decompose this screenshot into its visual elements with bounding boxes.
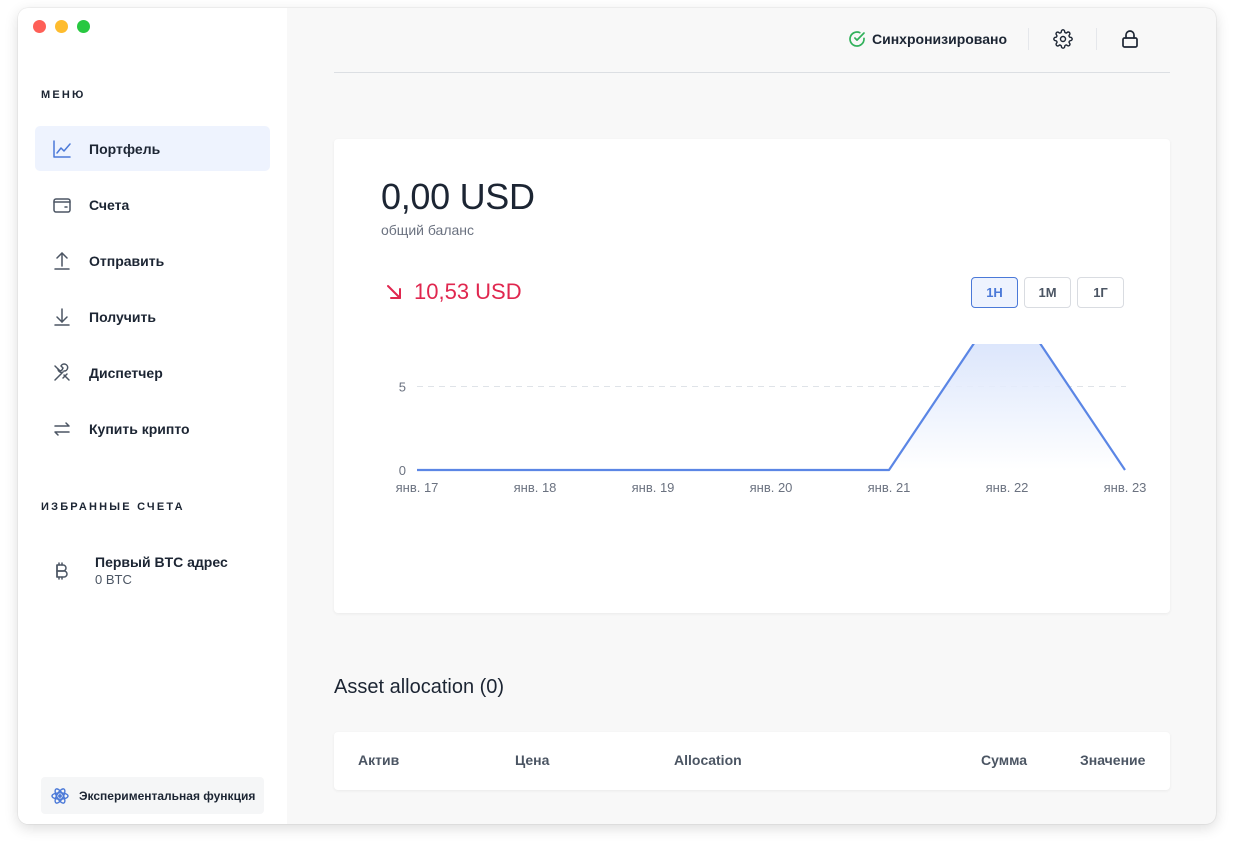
balance-change-value: 10,53 USD	[414, 279, 522, 304]
balance-chart: 0510янв. 17янв. 18янв. 19янв. 20янв. 21я…	[396, 344, 1147, 495]
x-tick-label: янв. 19	[632, 480, 675, 495]
atom-icon	[50, 786, 70, 806]
x-tick-label: янв. 23	[1104, 480, 1147, 495]
range-button-month[interactable]: 1М	[1024, 277, 1071, 308]
sidebar-item-buy-crypto[interactable]: Купить крипто	[35, 406, 270, 451]
series-area	[417, 344, 1125, 470]
close-window-button[interactable]	[33, 20, 46, 33]
asset-allocation-title: Asset allocation (0)	[334, 676, 505, 698]
favorite-account-text: Первый BTC адрес 0 BTC	[95, 553, 228, 588]
sidebar-item-label: Получить	[89, 308, 156, 325]
app-window: МЕНЮ Портфель Счета Отправить Получить Д…	[18, 8, 1216, 824]
wallet-icon	[52, 195, 72, 215]
asset-allocation-table: Актив Цена Allocation Сумма Значение	[334, 732, 1170, 790]
x-tick-label: янв. 20	[750, 480, 793, 495]
sidebar-item-label: Счета	[89, 196, 130, 213]
sync-status: Синхронизировано	[848, 30, 1007, 48]
experimental-feature-label: Экспериментальная функция	[79, 788, 256, 803]
arrow-up-icon	[52, 251, 72, 271]
favorite-account-item[interactable]: Первый BTC адрес 0 BTC	[51, 553, 228, 588]
settings-button[interactable]	[1052, 28, 1074, 50]
tools-icon	[52, 362, 72, 383]
maximize-window-button[interactable]	[77, 20, 90, 33]
minimize-window-button[interactable]	[55, 20, 68, 33]
exchange-icon	[52, 419, 72, 439]
sidebar: МЕНЮ Портфель Счета Отправить Получить Д…	[18, 8, 287, 824]
experimental-feature-button[interactable]: Экспериментальная функция	[41, 777, 264, 814]
favorite-account-name: Первый BTC адрес	[95, 554, 228, 570]
x-tick-label: янв. 18	[514, 480, 557, 495]
total-balance: 0,00 USD	[381, 176, 535, 217]
favorite-account-balance: 0 BTC	[95, 572, 132, 587]
column-header-allocation[interactable]: Allocation	[674, 752, 742, 768]
sync-status-label: Синхронизировано	[872, 31, 1008, 47]
arrow-down-right-icon	[384, 282, 404, 302]
total-balance-label: общий баланс	[381, 222, 475, 238]
check-circle-icon	[848, 30, 866, 48]
column-header-value[interactable]: Значение	[1080, 752, 1145, 768]
sidebar-item-portfolio[interactable]: Портфель	[35, 126, 270, 171]
sidebar-item-label: Портфель	[89, 140, 161, 157]
portfolio-card: 0,00 USD общий баланс 10,53 USD 1Н 1М 1Г…	[334, 139, 1170, 613]
y-tick-label: 5	[399, 380, 406, 395]
x-tick-label: янв. 22	[986, 480, 1029, 495]
column-header-amount[interactable]: Сумма	[981, 752, 1027, 768]
range-button-year[interactable]: 1Г	[1077, 277, 1124, 308]
gear-icon	[1053, 29, 1073, 49]
top-bar: Синхронизировано	[334, 8, 1170, 73]
sidebar-item-label: Купить крипто	[89, 420, 190, 437]
column-header-price[interactable]: Цена	[515, 752, 549, 768]
balance-change: 10,53 USD	[384, 279, 522, 305]
sidebar-item-send[interactable]: Отправить	[35, 238, 270, 283]
sidebar-item-receive[interactable]: Получить	[35, 294, 270, 339]
range-selector: 1Н 1М 1Г	[971, 277, 1124, 308]
y-tick-label: 0	[399, 463, 406, 478]
range-button-week[interactable]: 1Н	[971, 277, 1018, 308]
sidebar-item-accounts[interactable]: Счета	[35, 182, 270, 227]
bitcoin-icon	[51, 561, 71, 581]
x-tick-label: янв. 21	[868, 480, 911, 495]
sidebar-item-label: Диспетчер	[89, 364, 163, 381]
window-controls	[33, 20, 90, 33]
sidebar-item-manager[interactable]: Диспетчер	[35, 350, 270, 395]
lock-button[interactable]	[1119, 28, 1141, 50]
sidebar-item-label: Отправить	[89, 252, 165, 269]
sidebar-menu: Портфель Счета Отправить Получить Диспет…	[35, 126, 270, 462]
divider	[1028, 28, 1029, 50]
arrow-down-icon	[52, 307, 72, 327]
lock-icon	[1120, 29, 1140, 49]
x-tick-label: янв. 17	[396, 480, 439, 495]
column-header-asset[interactable]: Актив	[358, 752, 399, 768]
favorites-section-title: ИЗБРАННЫЕ СЧЕТА	[41, 501, 185, 513]
main-content: Синхронизировано 0,00 USD общий баланс 1…	[287, 8, 1216, 824]
chart-line-icon	[52, 139, 72, 159]
divider	[1096, 28, 1097, 50]
menu-section-title: МЕНЮ	[41, 89, 86, 101]
